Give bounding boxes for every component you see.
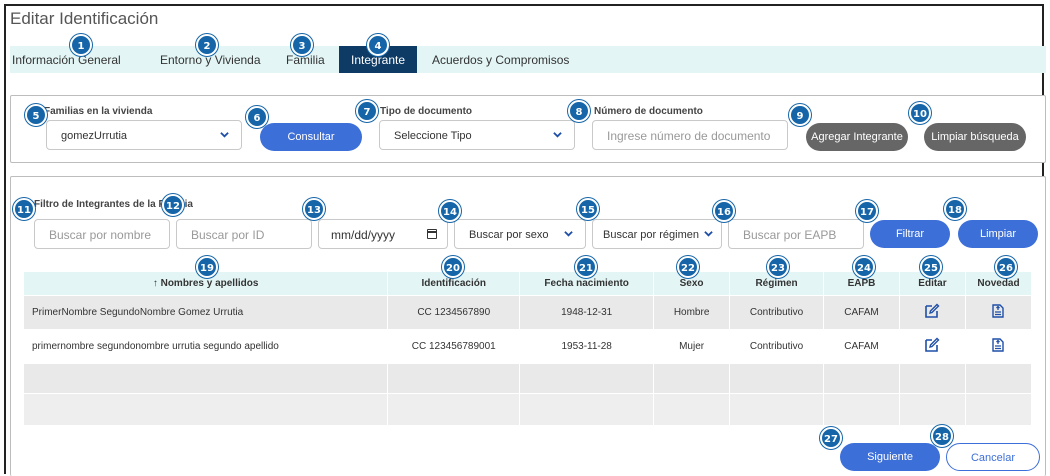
id-filter-input[interactable]: Buscar por ID: [176, 219, 312, 249]
limpiar-busqueda-button[interactable]: Limpiar búsqueda: [924, 123, 1026, 151]
consultar-button[interactable]: Consultar: [260, 123, 362, 151]
cell-novedad: [965, 328, 1033, 363]
annotation-badge: 15: [577, 198, 599, 220]
sexo-filter-select[interactable]: Buscar por sexo: [454, 219, 586, 249]
cell-editar: [899, 328, 966, 363]
annotation-badge: 20: [442, 256, 464, 278]
numero-documento-label: Número de documento: [594, 106, 703, 117]
annotation-badge: 11: [13, 198, 35, 220]
annotation-badge: 6: [246, 106, 268, 128]
agregar-integrante-button[interactable]: Agregar Integrante: [806, 123, 908, 151]
annotation-badge: 25: [920, 256, 942, 278]
annotation-badge: 1: [70, 34, 92, 56]
annotation-badge: 12: [162, 194, 184, 216]
nombre-filter-input[interactable]: Buscar por nombre: [34, 219, 170, 249]
annotation-badge: 27: [820, 427, 842, 449]
tab-acuerdos-compromisos[interactable]: Acuerdos y Compromisos: [432, 46, 569, 73]
annotation-badge: 13: [303, 198, 325, 220]
tab-bar: Información General Entorno y Vivienda F…: [10, 46, 1046, 73]
tipo-documento-select[interactable]: Seleccione Tipo: [379, 120, 575, 150]
annotation-badge: 28: [931, 425, 953, 447]
numero-documento-placeholder: Ingrese número de documento: [607, 129, 771, 143]
table-row-empty: [24, 392, 1033, 425]
annotation-badge: 4: [367, 34, 389, 56]
limpiar-filter-button[interactable]: Limpiar: [958, 220, 1038, 248]
nombre-filter-placeholder: Buscar por nombre: [49, 228, 152, 242]
annotation-badge: 24: [853, 256, 875, 278]
page-title: Editar Identificación: [10, 9, 159, 28]
table-header-row: ↑ Nombres y apellidos Identificación Fec…: [24, 272, 1033, 295]
regimen-filter-value: Buscar por régimen: [603, 229, 699, 241]
id-filter-placeholder: Buscar por ID: [191, 228, 265, 242]
annotation-badge: 18: [944, 198, 966, 220]
cell-nombre: primernombre segundonombre urrutia segun…: [24, 328, 389, 363]
edit-icon[interactable]: [924, 337, 940, 353]
edit-icon[interactable]: [924, 303, 940, 319]
regimen-filter-select[interactable]: Buscar por régimen: [592, 219, 722, 249]
eapb-filter-input[interactable]: Buscar por EAPB: [728, 219, 864, 249]
cell-identificacion: CC 123456789001: [387, 328, 521, 363]
familias-select[interactable]: gomezUrrutia: [46, 120, 242, 150]
annotation-badge: 16: [713, 200, 735, 222]
annotation-badge: 10: [909, 102, 931, 124]
annotation-badge: 9: [789, 104, 811, 126]
annotation-badge: 21: [575, 256, 597, 278]
annotation-badge: 7: [356, 100, 378, 122]
chevron-down-icon: [564, 231, 573, 237]
cell-novedad: [965, 294, 1033, 329]
document-upload-icon[interactable]: [990, 303, 1006, 319]
tipo-documento-value: Seleccione Tipo: [394, 130, 472, 142]
annotation-badge: 8: [568, 100, 590, 122]
cell-fecha: 1953-11-28: [519, 328, 655, 363]
filtrar-button[interactable]: Filtrar: [870, 220, 950, 248]
annotation-badge: 3: [291, 34, 313, 56]
document-upload-icon[interactable]: [990, 337, 1006, 353]
chevron-down-icon: [220, 132, 229, 138]
annotation-badge: 19: [196, 256, 218, 278]
annotation-badge: 23: [767, 256, 789, 278]
cell-fecha: 1948-12-31: [519, 294, 655, 329]
tab-informacion-general[interactable]: Información General: [12, 46, 121, 73]
cell-regimen: Contributivo: [729, 294, 825, 329]
table-row: primernombre segundonombre urrutia segun…: [24, 328, 1033, 363]
cell-identificacion: CC 1234567890: [387, 294, 521, 329]
cell-sexo: Hombre: [653, 294, 731, 329]
fecha-filter-placeholder: mm/dd/yyyy: [331, 228, 396, 242]
eapb-filter-placeholder: Buscar por EAPB: [743, 228, 837, 242]
cell-editar: [899, 294, 966, 329]
cell-nombre: PrimerNombre SegundoNombre Gomez Urrutia: [24, 294, 389, 329]
familias-select-value: gomezUrrutia: [61, 130, 128, 142]
annotation-badge: 26: [995, 256, 1017, 278]
cell-regimen: Contributivo: [729, 328, 825, 363]
cell-sexo: Mujer: [653, 328, 731, 363]
integrantes-table: ↑ Nombres y apellidos Identificación Fec…: [24, 272, 1033, 425]
numero-documento-input[interactable]: Ingrese número de documento: [592, 120, 788, 150]
chevron-down-icon: [704, 229, 713, 238]
chevron-down-icon: [553, 132, 562, 138]
cancelar-button[interactable]: Cancelar: [946, 443, 1040, 471]
annotation-badge: 5: [25, 104, 47, 126]
table-row: PrimerNombre SegundoNombre Gomez Urrutia…: [24, 294, 1033, 329]
cell-eapb: CAFAM: [823, 328, 900, 363]
annotation-badge: 14: [439, 200, 461, 222]
tipo-documento-label: Tipo de documento: [380, 106, 473, 117]
siguiente-button[interactable]: Siguiente: [840, 443, 940, 471]
familias-label: Familias en la vivienda: [44, 106, 153, 117]
table-row-empty: [24, 362, 1033, 393]
annotation-badge: 22: [677, 256, 699, 278]
cell-eapb: CAFAM: [823, 294, 900, 329]
fecha-filter-input[interactable]: mm/dd/yyyy: [318, 219, 448, 249]
calendar-icon[interactable]: [427, 229, 437, 239]
annotation-badge: 17: [856, 200, 878, 222]
sexo-filter-value: Buscar por sexo: [469, 229, 549, 241]
annotation-badge: 2: [196, 34, 218, 56]
